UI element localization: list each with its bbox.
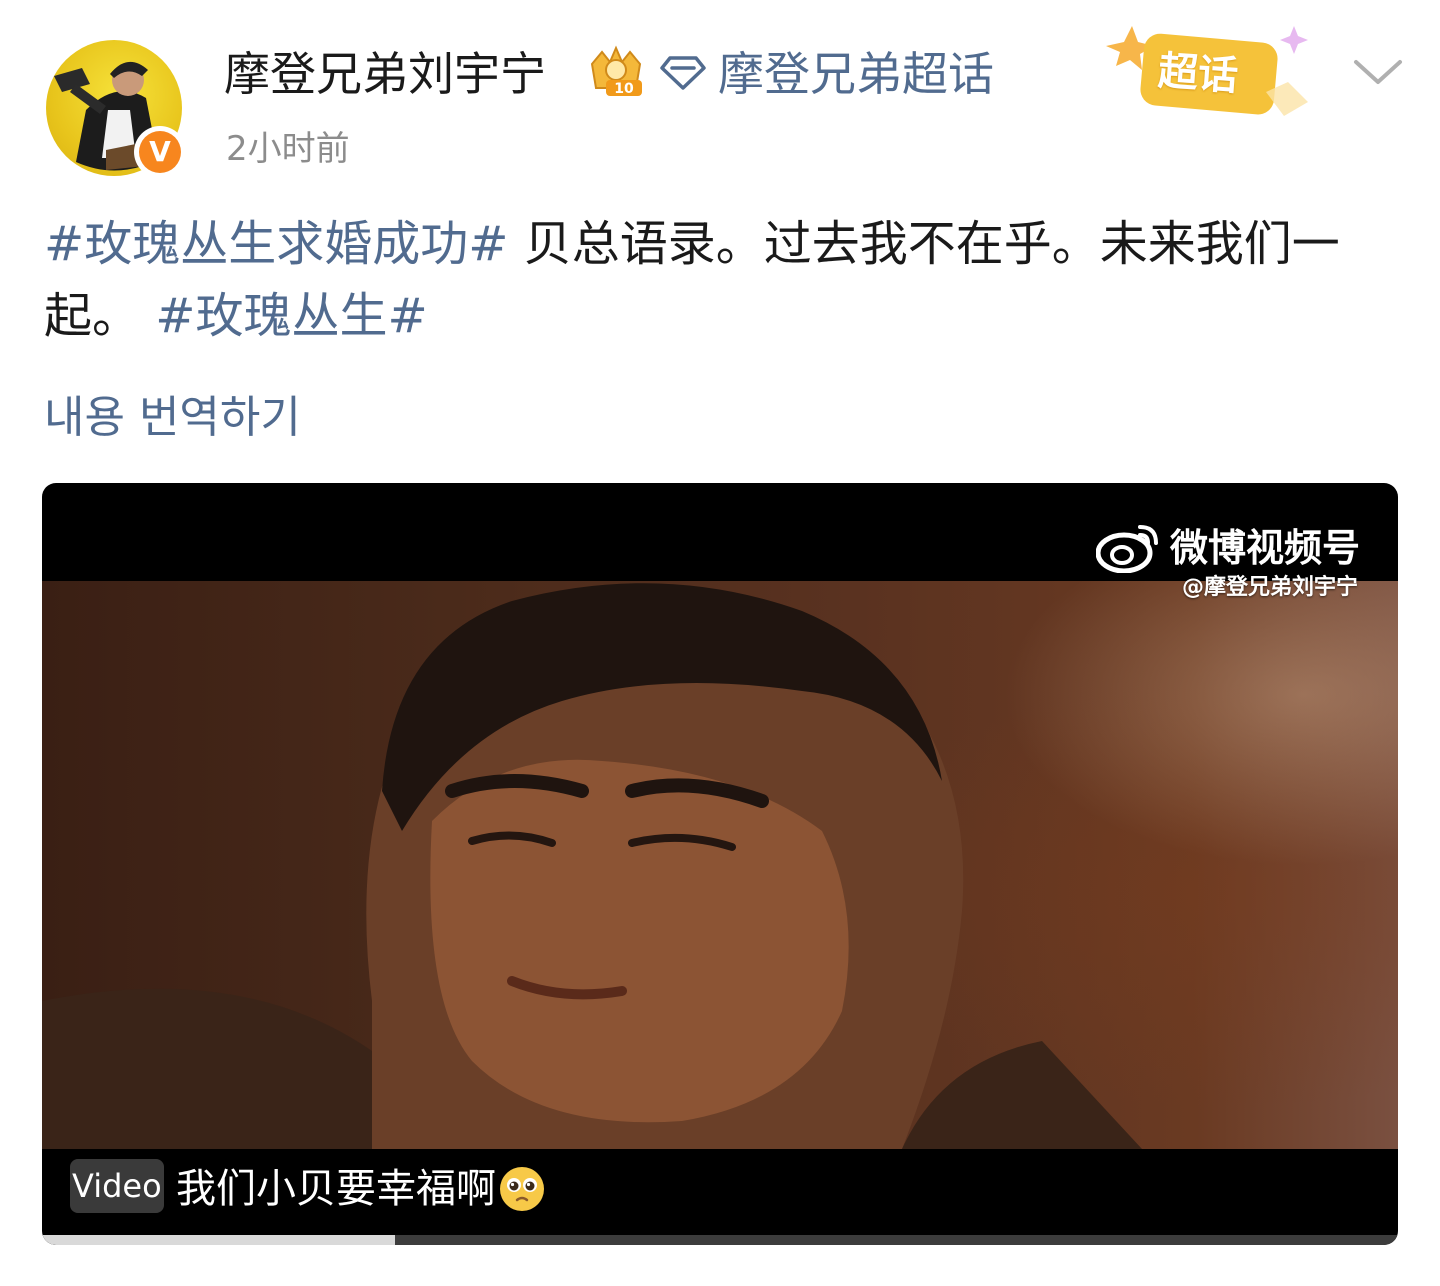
video-progress-bar[interactable] [42, 1235, 1398, 1245]
verified-v-icon: V [139, 131, 181, 173]
pleading-face-emoji [500, 1167, 544, 1211]
verified-badge: V [134, 126, 186, 178]
weibo-logo-icon [1096, 525, 1158, 573]
video-frame[interactable] [42, 581, 1398, 1149]
crown-level-10-icon[interactable]: 10 [584, 44, 648, 100]
hashtag-link[interactable]: #玫瑰丛生求婚成功# [44, 216, 508, 272]
supertopic-badge-label: 超话 [1156, 48, 1240, 100]
video-progress-fill [42, 1235, 395, 1245]
chevron-down-icon[interactable] [1350, 52, 1406, 92]
hashtag-link[interactable]: #玫瑰丛生# [155, 288, 427, 344]
video-title: 我们小贝要幸福啊 [176, 1166, 496, 1212]
username[interactable]: 摩登兄弟刘宇宁 [224, 42, 546, 106]
video-tag: Video [70, 1159, 164, 1213]
watermark-handle: @摩登兄弟刘宇宁 [1181, 575, 1358, 600]
video-player[interactable]: 微博视频号 @摩登兄弟刘宇宁 Video 我们小贝要幸福啊 [42, 483, 1398, 1245]
watermark-brand: 微博视频号 [1170, 526, 1361, 570]
level-number: 10 [614, 81, 634, 97]
post-timestamp: 2小时前 [226, 129, 350, 169]
translate-link[interactable]: 내용 번역하기 [44, 388, 301, 448]
supertopic-link[interactable]: 摩登兄弟超话 [718, 42, 994, 106]
diamond-icon [660, 56, 706, 90]
post-body: #玫瑰丛生求婚成功# 贝总语录。过去我不在乎。未来我们一起。 #玫瑰丛生# [44, 208, 1364, 352]
